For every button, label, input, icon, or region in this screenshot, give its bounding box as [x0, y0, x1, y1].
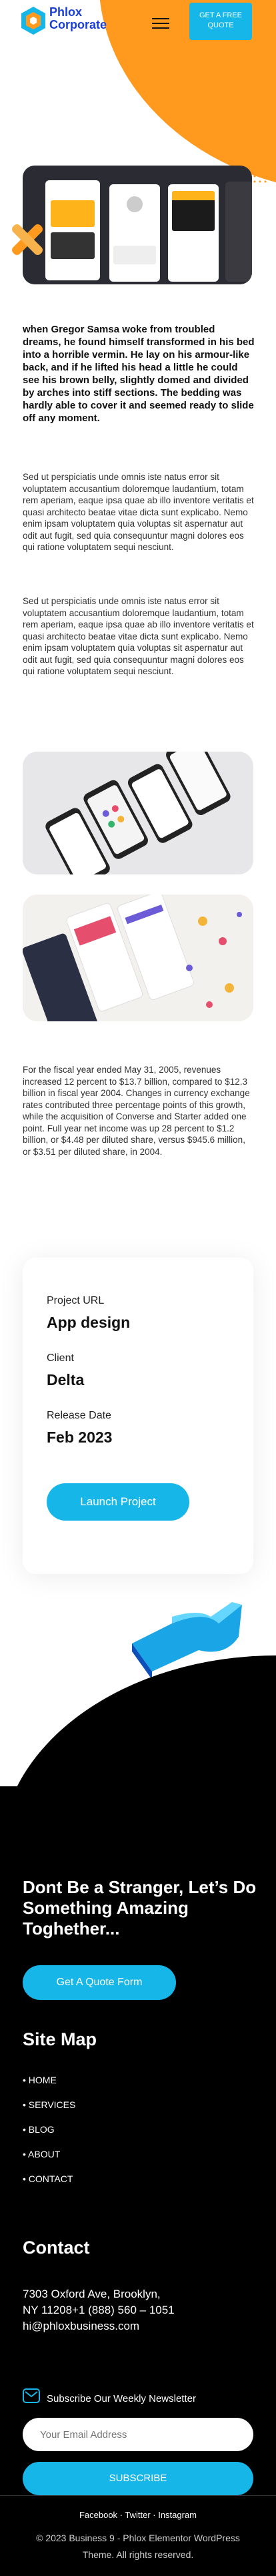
address-line-2: NY 11208+1 (888) 560 – 1051	[23, 2304, 175, 2316]
subscribe-button[interactable]: SUBSCRIBE	[23, 2462, 253, 2495]
address-line-1: 7303 Oxford Ave, Brooklyn,	[23, 2288, 161, 2300]
site-header: Phlox Corporate GET A FREE QUOTE	[0, 0, 276, 43]
intro-paragraph: Sed ut perspiciatis unde omnis iste natu…	[23, 472, 254, 552]
fiscal-paragraph: For the fiscal year ended May 31, 2005, …	[23, 1065, 250, 1157]
sitemap-link-services[interactable]: SERVICES	[23, 2099, 76, 2124]
logo-text[interactable]: Phlox Corporate	[49, 6, 107, 31]
sitemap-list: HOME SERVICES BLOG ABOUT CONTACT	[23, 2075, 75, 2198]
sitemap-link-home[interactable]: HOME	[23, 2075, 75, 2099]
sitemap-link-about[interactable]: ABOUT	[23, 2149, 75, 2173]
free-quote-button[interactable]: GET A FREE QUOTE	[189, 3, 252, 40]
phone-mockup	[168, 184, 219, 282]
social-links[interactable]: Facebook · Twitter · Instagram	[0, 2510, 276, 2520]
cta-title: Dont Be a Stranger, Let’s Do Something A…	[23, 1877, 257, 1939]
footer-divider	[0, 2495, 276, 2496]
contact-email[interactable]: hi@phloxbusiness.com	[23, 2318, 223, 2334]
project-info-card: Project URL App design Client Delta Rele…	[23, 1258, 253, 1574]
x-shape-icon	[12, 224, 43, 255]
intro-paragraph: Sed ut perspiciatis unde omnis iste natu…	[23, 596, 254, 676]
phone-mockup	[225, 182, 252, 282]
contact-title: Contact	[23, 2238, 90, 2258]
sitemap-link-blog[interactable]: BLOG	[23, 2124, 75, 2149]
logo-icon[interactable]	[20, 5, 47, 36]
quote-label-1: GET A FREE	[199, 11, 242, 19]
contact-details: 7303 Oxford Ave, Brooklyn, NY 11208+1 (8…	[23, 2286, 223, 2334]
newsletter-label: Subscribe Our Weekly Newsletter	[47, 2393, 196, 2404]
copyright-line-2: Theme. All rights reserved.	[82, 2549, 194, 2560]
mail-icon	[23, 2388, 40, 2403]
release-date-value: Feb 2023	[47, 1429, 113, 1446]
mobile-screens-image	[23, 752, 253, 874]
sitemap-link-contact[interactable]: CONTACT	[23, 2173, 75, 2198]
project-url-label: Project URL	[47, 1295, 105, 1306]
client-label: Client	[47, 1352, 74, 1364]
project-url-value: App design	[47, 1314, 131, 1331]
copyright: © 2023 Business 9 - Phlox Elementor Word…	[23, 2530, 253, 2563]
copyright-line-1: © 2023 Business 9 - Phlox Elementor Word…	[36, 2533, 240, 2543]
phone-mockup	[109, 184, 160, 282]
app-showcase-image	[23, 166, 252, 284]
intro-lead-text: when Gregor Samsa woke from troubled dre…	[23, 324, 255, 424]
launch-project-button[interactable]: Launch Project	[47, 1483, 189, 1521]
logo-line-2: Corporate	[49, 18, 107, 31]
app-ui-collage-image	[23, 894, 253, 1021]
email-input[interactable]	[23, 2418, 253, 2451]
get-quote-form-button[interactable]: Get A Quote Form	[23, 1965, 176, 2000]
phone-mockup	[45, 180, 100, 280]
client-value: Delta	[47, 1371, 85, 1388]
sitemap-title: Site Map	[23, 2029, 97, 2049]
quote-label-2: QUOTE	[207, 21, 234, 29]
hamburger-menu-icon[interactable]	[152, 15, 169, 29]
release-date-label: Release Date	[47, 1410, 111, 1421]
logo-line-1: Phlox	[49, 5, 83, 19]
